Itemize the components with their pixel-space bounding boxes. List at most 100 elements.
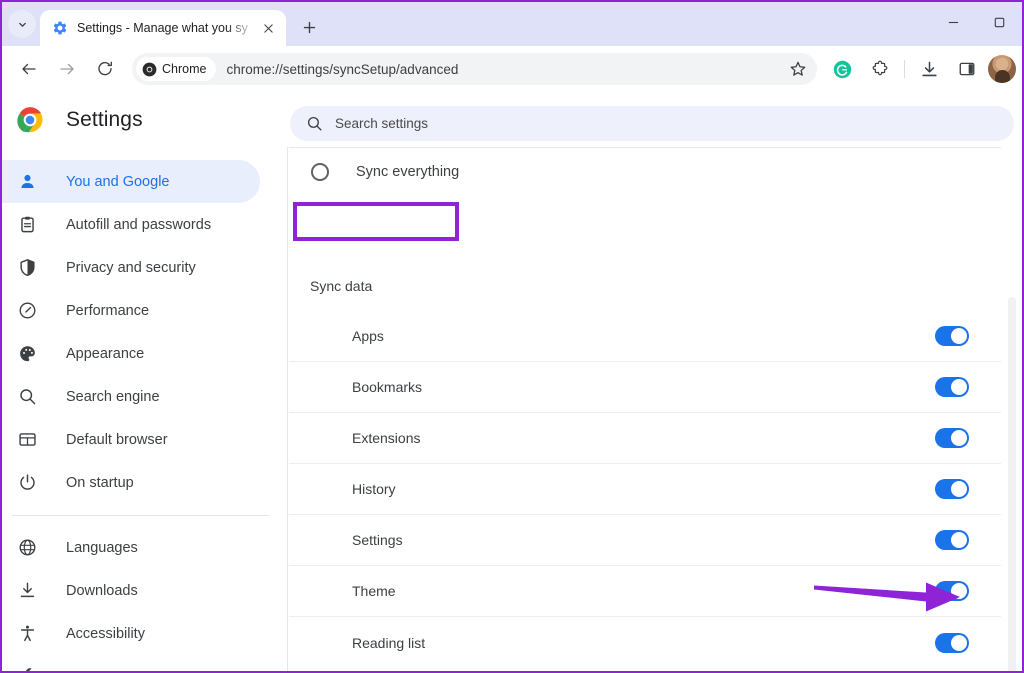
back-button[interactable] [14,54,44,84]
page-title: Settings [66,107,143,131]
sidebar-item-on-startup[interactable]: On startup [2,461,260,504]
browser-toolbar: Chrome chrome://settings/syncSetup/advan… [2,46,1022,92]
side-panel-button[interactable] [952,54,982,84]
search-icon [16,386,38,408]
sync-data-list: Apps Bookmarks Extensions History Settin… [289,311,1022,668]
content-scrollbar-track[interactable] [1007,147,1020,671]
sidebar-item-search-engine[interactable]: Search engine [2,375,260,418]
sidebar-item-appearance[interactable]: Appearance [2,332,260,375]
browser-tab[interactable]: Settings - Manage what you sy [40,10,286,46]
speedometer-icon [16,300,38,322]
sidebar-item-accessibility[interactable]: Accessibility [2,612,260,655]
maximize-icon [994,17,1004,27]
forward-button[interactable] [52,54,82,84]
sidebar-divider [12,515,269,516]
puzzle-piece-icon [872,60,888,76]
settings-sidebar: You and Google Autofill and passwords Pr… [2,147,288,672]
side-panel-icon [959,62,975,76]
radio-sync-everything[interactable]: Sync everything [289,151,1022,193]
sync-item-label: Extensions [352,430,421,446]
search-settings-box[interactable]: Search settings [290,106,1014,141]
toolbar-divider [904,60,905,78]
chrome-chip-label: Chrome [162,62,207,76]
star-icon [790,61,806,76]
sidebar-item-default-browser[interactable]: Default browser [2,418,260,461]
address-bar[interactable]: Chrome chrome://settings/syncSetup/advan… [132,53,817,85]
section-title-sync-data: Sync data [310,278,373,294]
sync-row-bookmarks: Bookmarks [289,362,1001,413]
sidebar-item-label: Performance [66,302,150,319]
download-icon [921,61,937,76]
sidebar-item-label: Default browser [66,431,168,448]
sync-toggle-extensions[interactable] [935,428,969,448]
sidebar-item-label: Appearance [66,345,145,362]
search-input[interactable]: Search settings [335,116,428,131]
sidebar-item-label: Autofill and passwords [66,216,212,233]
sidebar-item-languages[interactable]: Languages [2,526,260,569]
wrench-icon [16,666,38,671]
sidebar-item-label: On startup [66,474,134,491]
sidebar-item-label: Downloads [66,582,138,599]
chrome-logo [17,106,43,133]
downloads-button[interactable] [914,54,944,84]
content-scrollbar-thumb[interactable] [1008,297,1016,671]
grammarly-icon [833,60,851,78]
tab-close-button[interactable] [258,18,278,38]
sync-toggle-history[interactable] [935,479,969,499]
sync-item-label: History [352,481,396,497]
chevron-down-icon [18,22,26,27]
sync-item-label: Apps [352,328,384,344]
reload-button[interactable] [90,54,120,84]
sync-item-label: Reading list [352,634,426,651]
back-arrow-icon [22,63,36,75]
sync-row-settings: Settings [289,515,1001,566]
forward-arrow-icon [60,63,74,75]
tab-strip: Settings - Manage what you sy [2,2,1022,46]
sync-toggle-apps[interactable] [935,326,969,346]
close-icon [263,23,273,33]
minimize-button[interactable] [930,2,976,42]
sync-item-label: Settings [352,532,403,548]
shield-icon [16,257,38,279]
person-icon [16,171,38,193]
browser-window: Settings - Manage what you sy Chrome chr… [0,0,1024,673]
url-text: chrome://settings/syncSetup/advanced [226,61,459,77]
sync-toggle-settings[interactable] [935,530,969,550]
sidebar-item-label: System [66,669,114,672]
radio-label: Sync everything [356,164,460,180]
sync-toggle-bookmarks[interactable] [935,377,969,397]
search-icon [307,116,322,131]
chrome-scheme-chip: Chrome [136,57,217,81]
sidebar-item-downloads[interactable]: Downloads [2,569,260,612]
browser-window-icon [16,429,38,451]
sidebar-item-performance[interactable]: Performance [2,289,260,332]
new-tab-button[interactable] [295,13,323,41]
bookmark-button[interactable] [783,54,813,84]
radio-indicator [311,163,329,181]
sidebar-item-system[interactable]: System [2,655,260,672]
power-icon [16,472,38,494]
sync-row-apps: Apps [289,311,1001,362]
clipboard-icon [16,214,38,236]
maximize-button[interactable] [976,2,1022,42]
sidebar-item-privacy-and-security[interactable]: Privacy and security [2,246,260,289]
globe-icon [16,537,38,559]
plus-icon [303,21,315,33]
accessibility-icon [16,623,38,645]
sync-toggle-reading-list[interactable] [935,632,969,653]
sidebar-item-label: Languages [66,539,138,556]
profile-avatar[interactable] [988,55,1016,83]
tab-search-button[interactable] [8,10,36,38]
sidebar-item-you-and-google[interactable]: You and Google [2,160,260,203]
sync-row-theme: Theme [289,566,1001,617]
sync-row-extensions: Extensions [289,413,1001,464]
sync-toggle-theme[interactable] [935,581,969,601]
sync-row-history: History [289,464,1001,515]
minimize-icon [948,21,958,23]
grammarly-extension-button[interactable] [827,54,857,84]
extensions-button[interactable] [865,54,895,84]
settings-gear-icon [53,21,67,35]
sidebar-item-label: Privacy and security [66,259,196,276]
sync-row-reading-list: Reading list [289,617,1001,668]
sidebar-item-autofill-and-passwords[interactable]: Autofill and passwords [2,203,260,246]
